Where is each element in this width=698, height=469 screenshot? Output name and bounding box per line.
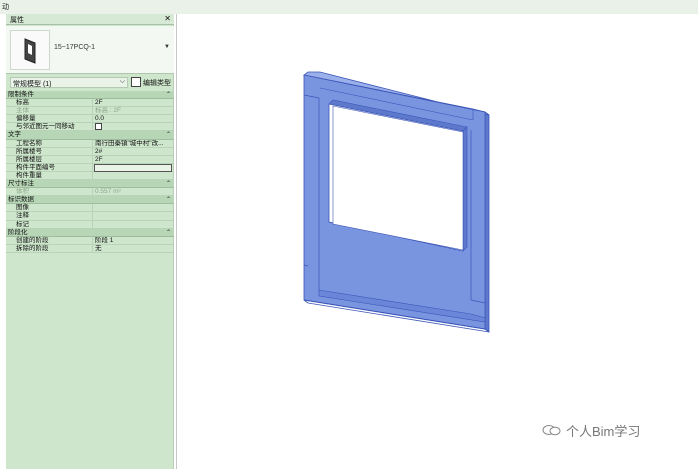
property-row: 构件重量 — [6, 171, 174, 181]
top-bar: 动 — [0, 0, 698, 14]
property-row: 注释 — [6, 212, 174, 221]
watermark: 个人Bim学习 — [542, 421, 640, 440]
top-bar-text: 动 — [2, 4, 9, 11]
type-name: 15~17PCQ-1 — [54, 44, 96, 51]
property-row: 工程名称 南行田秦镇"城中村"改... — [6, 139, 174, 148]
type-thumbnail — [10, 30, 50, 70]
property-row: 拆除的阶段 无 — [6, 244, 174, 253]
property-value: 0.557 m³ — [92, 188, 174, 197]
property-value[interactable]: 阶段 1 — [92, 236, 174, 245]
edit-type-label: 编辑类型 — [143, 80, 171, 87]
collapse-icon[interactable]: ⌃ — [166, 131, 171, 139]
precast-wall-model[interactable] — [177, 14, 698, 469]
collapse-icon[interactable]: ⌃ — [166, 196, 171, 204]
collapse-icon[interactable]: ⌃ — [166, 180, 171, 188]
properties-title-bar: 属性 ✕ — [6, 14, 174, 25]
property-row: 创建的阶段 阶段 1 — [6, 236, 174, 245]
property-value[interactable] — [92, 220, 174, 229]
watermark-text: 个人Bim学习 — [566, 424, 641, 439]
property-value[interactable] — [92, 212, 174, 221]
property-key: 标高 — [16, 99, 29, 107]
3d-viewport[interactable] — [176, 14, 698, 469]
property-key: 标记 — [16, 220, 29, 228]
property-key: 拆除的阶段 — [16, 244, 49, 252]
property-value: 标高 : 2F — [92, 107, 174, 116]
property-key: 主体 — [16, 107, 29, 115]
chevron-down-icon: ⌵ — [119, 78, 125, 85]
group-label: 限制条件 — [8, 91, 34, 98]
property-group-header[interactable]: 限制条件 ⌃ — [6, 91, 174, 100]
move-with-checkbox[interactable] — [95, 123, 102, 131]
collapse-icon[interactable]: ⌃ — [166, 91, 171, 99]
property-value[interactable] — [92, 163, 174, 172]
property-value[interactable]: 南行田秦镇"城中村"改... — [92, 139, 174, 148]
property-row: 所属楼层 2F — [6, 155, 174, 164]
property-value[interactable]: 2F — [92, 99, 174, 108]
property-row: 与邻近图元一同移动 — [6, 123, 174, 132]
property-value[interactable]: 无 — [92, 244, 174, 253]
chevron-down-icon[interactable]: ▼ — [164, 44, 170, 50]
property-row: 构件平面编号 — [6, 163, 174, 172]
property-value[interactable] — [92, 204, 174, 213]
type-selector[interactable]: 15~17PCQ-1 ▼ — [6, 26, 174, 74]
property-value[interactable]: 2# — [92, 147, 174, 156]
property-row: 标记 — [6, 220, 174, 229]
element-filter-select[interactable]: 常规模型 (1) ⌵ — [10, 77, 128, 88]
property-value[interactable]: 2F — [92, 155, 174, 164]
property-value[interactable] — [92, 123, 174, 132]
property-key: 构件平面编号 — [16, 163, 55, 171]
group-label: 尺寸标注 — [8, 180, 34, 188]
property-key: 工程名称 — [16, 139, 42, 147]
property-key: 构件重量 — [16, 171, 42, 179]
property-value[interactable]: 0.0 — [92, 115, 174, 124]
close-icon[interactable]: ✕ — [164, 14, 171, 23]
property-group-header[interactable]: 阶段化 ⌃ — [6, 228, 174, 237]
wechat-icon — [542, 424, 562, 436]
filter-row: 常规模型 (1) ⌵ 编辑类型 — [6, 76, 174, 89]
property-key: 体积 — [16, 188, 29, 196]
edit-type-icon — [131, 77, 141, 87]
panel-family-icon — [24, 38, 36, 64]
property-row: 标高 2F — [6, 99, 174, 108]
property-key: 创建的阶段 — [16, 236, 49, 244]
property-group-header[interactable]: 标识数据 ⌃ — [6, 196, 174, 205]
property-row: 图像 — [6, 204, 174, 213]
property-key: 所属楼号 — [16, 147, 42, 155]
property-key: 与邻近图元一同移动 — [16, 123, 75, 131]
property-key: 所属楼层 — [16, 155, 42, 163]
group-label: 文字 — [8, 131, 21, 139]
properties-panel: 属性 ✕ 15~17PCQ-1 ▼ 常规模型 (1) ⌵ 编辑类型 限制条件 ⌃ 标… — [6, 14, 174, 469]
property-key: 注释 — [16, 212, 29, 220]
property-row: 所属楼号 2# — [6, 147, 174, 156]
properties-title: 属性 — [10, 17, 24, 24]
collapse-icon[interactable]: ⌃ — [166, 229, 171, 237]
filter-value: 常规模型 (1) — [13, 81, 52, 88]
property-grid: 限制条件 ⌃ 标高 2F 主体 标高 : 2F 偏移量 0.0 与邻近图元一同移动 文字 ⌃ 工程名称… — [6, 91, 174, 253]
property-input[interactable] — [94, 163, 172, 172]
property-group-header[interactable]: 尺寸标注 ⌃ — [6, 180, 174, 189]
property-row: 体积 0.557 m³ — [6, 188, 174, 197]
property-group-header[interactable]: 文字 ⌃ — [6, 131, 174, 140]
group-label: 阶段化 — [8, 228, 28, 236]
property-value[interactable] — [92, 171, 174, 180]
